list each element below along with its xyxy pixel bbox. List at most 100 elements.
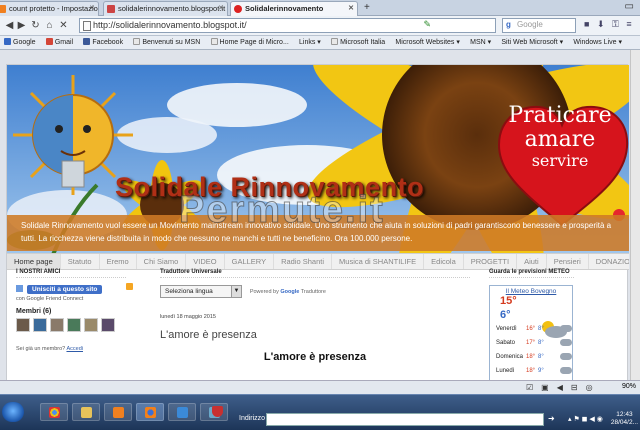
bookmark-ms-home[interactable]: Home Page di Micro...: [210, 38, 289, 46]
forward-icon[interactable]: ▶: [15, 19, 28, 32]
widget-heading: I NOSTRI AMICI: [16, 269, 126, 278]
post-title[interactable]: L'amore è presenza: [160, 329, 470, 341]
avatar[interactable]: [33, 318, 47, 332]
menu-item-eremo[interactable]: Eremo: [100, 254, 137, 269]
temp-max: 15°: [500, 295, 517, 307]
page-icon: [210, 38, 218, 45]
facebook-icon: [83, 38, 91, 45]
address-bar[interactable]: http://solidalerinnovamento.blogspot.it/…: [79, 18, 496, 33]
avatar[interactable]: [67, 318, 81, 332]
close-icon[interactable]: ✕: [348, 4, 354, 12]
meteo-heading: Guarda le previsioni METEO: [489, 269, 574, 278]
status-bar: ☑ ▣ ◀ ⊟ ◎ 90%: [0, 380, 640, 394]
blog-header-banner[interactable]: Praticare amare servire Solidale Rinnova…: [7, 65, 629, 270]
menu-item-donazioni[interactable]: DONAZIONI: [589, 254, 629, 269]
gmail-icon: [45, 38, 53, 45]
toolbar-icons: ■ ⬇ ⚿ ≡: [584, 19, 637, 30]
bookmark-star-icon[interactable]: ✎: [423, 19, 431, 30]
window-controls[interactable]: ▭: [625, 1, 634, 12]
go-arrow-icon[interactable]: ➜: [548, 414, 558, 426]
zoom-level[interactable]: 90%: [622, 383, 636, 390]
login-link[interactable]: Accedi: [66, 346, 83, 352]
menu-item-gallery[interactable]: GALLERY: [225, 254, 275, 269]
tab-2[interactable]: solidalerinnovamento.blogspot.it - Commu…: [103, 1, 228, 16]
reload-icon[interactable]: ↻: [29, 19, 42, 32]
addon-icon[interactable]: ▣: [541, 383, 549, 392]
avatar[interactable]: [16, 318, 30, 332]
system-tray[interactable]: ▴ ⚑ ◼ ◀ ◉: [568, 415, 603, 423]
popup-icon[interactable]: ⊟: [571, 383, 578, 392]
taskbar-explorer[interactable]: [72, 403, 100, 421]
menu-item-chi-siamo[interactable]: Chi Siamo: [137, 254, 187, 269]
speaker-icon[interactable]: ◀: [557, 383, 563, 392]
tab-3[interactable]: Solidalerinnovamento ✕: [230, 1, 358, 16]
bookmark-facebook[interactable]: Facebook: [83, 38, 123, 46]
close-icon[interactable]: ✕: [89, 4, 95, 12]
tab-1[interactable]: count protetto - Impostazioni... ✕: [0, 1, 99, 16]
bookmark-siti-web[interactable]: Siti Web Microsoft ▾: [501, 38, 563, 46]
taskbar-firefox[interactable]: [136, 403, 164, 421]
bookmark-msn-menu[interactable]: MSN ▾: [470, 38, 491, 46]
avatar[interactable]: [50, 318, 64, 332]
extension-icon[interactable]: ■: [584, 19, 589, 29]
gfc-caption: con Google Friend Connect: [16, 296, 84, 302]
window-icon: [177, 407, 188, 418]
rss-icon[interactable]: [126, 283, 133, 290]
cloud-icon: [560, 325, 572, 332]
menu-item-pensieri[interactable]: Pensieri: [547, 254, 589, 269]
menu-item-home[interactable]: Home page: [7, 254, 61, 269]
clock[interactable]: 12:43 28/04/2...: [611, 411, 638, 427]
slogan-line-2: amare: [524, 127, 596, 152]
start-button[interactable]: [2, 402, 24, 422]
globe-icon[interactable]: ◎: [586, 383, 593, 392]
menu-item-edicola[interactable]: Edicola: [424, 254, 464, 269]
taskbar-shield[interactable]: [204, 403, 228, 421]
avatar[interactable]: [101, 318, 115, 332]
taskbar-media[interactable]: [104, 403, 132, 421]
bookmark-ms-italia[interactable]: Microsoft Italia: [331, 38, 385, 46]
taskbar-window[interactable]: [168, 403, 196, 421]
bookmark-windows-live[interactable]: Windows Live ▾: [573, 38, 622, 46]
friends-widget: I NOSTRI AMICI Unisciti a questo sito co…: [16, 269, 133, 352]
bookmark-links[interactable]: Links ▾: [299, 38, 321, 46]
menu-icon[interactable]: ≡: [626, 19, 631, 29]
slogan-line-3: servire: [531, 151, 589, 170]
taskbar-address-input[interactable]: [266, 413, 544, 426]
menu-item-aiuti[interactable]: Aiuti: [517, 254, 547, 269]
shield-icon: [212, 406, 223, 417]
menu-item-video[interactable]: VIDEO: [186, 254, 225, 269]
new-tab-button[interactable]: +: [364, 2, 370, 13]
tab-label: solidalerinnovamento.blogspot.it - Commu…: [118, 4, 227, 13]
key-icon[interactable]: ⚿: [612, 19, 619, 29]
main-column: Traduttore Universale Seleziona lingua ▼ …: [160, 269, 470, 363]
menu-item-radio[interactable]: Radio Shanti: [274, 254, 333, 269]
cloud-icon: [560, 353, 572, 360]
scrollbar[interactable]: [630, 50, 640, 380]
menu-item-statuto[interactable]: Statuto: [61, 254, 100, 269]
bookmark-msn[interactable]: Benvenuti su MSN: [133, 38, 200, 46]
members-title: Membri (6): [16, 308, 52, 315]
meteo-link[interactable]: Il Meteo Bovegno: [490, 288, 572, 295]
page-icon: [83, 21, 91, 31]
post-date: lunedì 18 maggio 2015: [160, 314, 216, 320]
menu-item-progetti[interactable]: PROGETTI: [464, 254, 518, 269]
language-select[interactable]: Seleziona lingua ▼: [160, 285, 242, 298]
stop-icon[interactable]: ✕: [57, 19, 70, 32]
close-icon[interactable]: ✕: [218, 4, 224, 12]
downloads-icon[interactable]: ⬇: [597, 19, 605, 29]
menu-item-musica[interactable]: Musica di SHANTILIFE: [332, 254, 425, 269]
follow-button[interactable]: Unisciti a questo sito: [27, 285, 103, 294]
meteo-widget: Guarda le previsioni METEO Il Meteo Bove…: [489, 269, 574, 380]
avatar[interactable]: [84, 318, 98, 332]
home-icon[interactable]: ⌂: [43, 19, 56, 32]
bookmarks-bar: Google Gmail Facebook Benvenuti su MSN H…: [0, 36, 640, 50]
bookmark-google[interactable]: Google: [4, 38, 36, 46]
checkbox-icon[interactable]: ☑: [526, 383, 533, 392]
media-player-icon: [113, 407, 124, 418]
bookmark-gmail[interactable]: Gmail: [45, 38, 73, 46]
address-label: Indirizzo: [239, 415, 266, 422]
search-input[interactable]: g Google: [502, 18, 576, 33]
search-placeholder: Google: [517, 20, 543, 29]
taskbar-chrome[interactable]: [40, 403, 68, 421]
bookmark-ms-websites[interactable]: Microsoft Websites ▾: [395, 38, 459, 46]
